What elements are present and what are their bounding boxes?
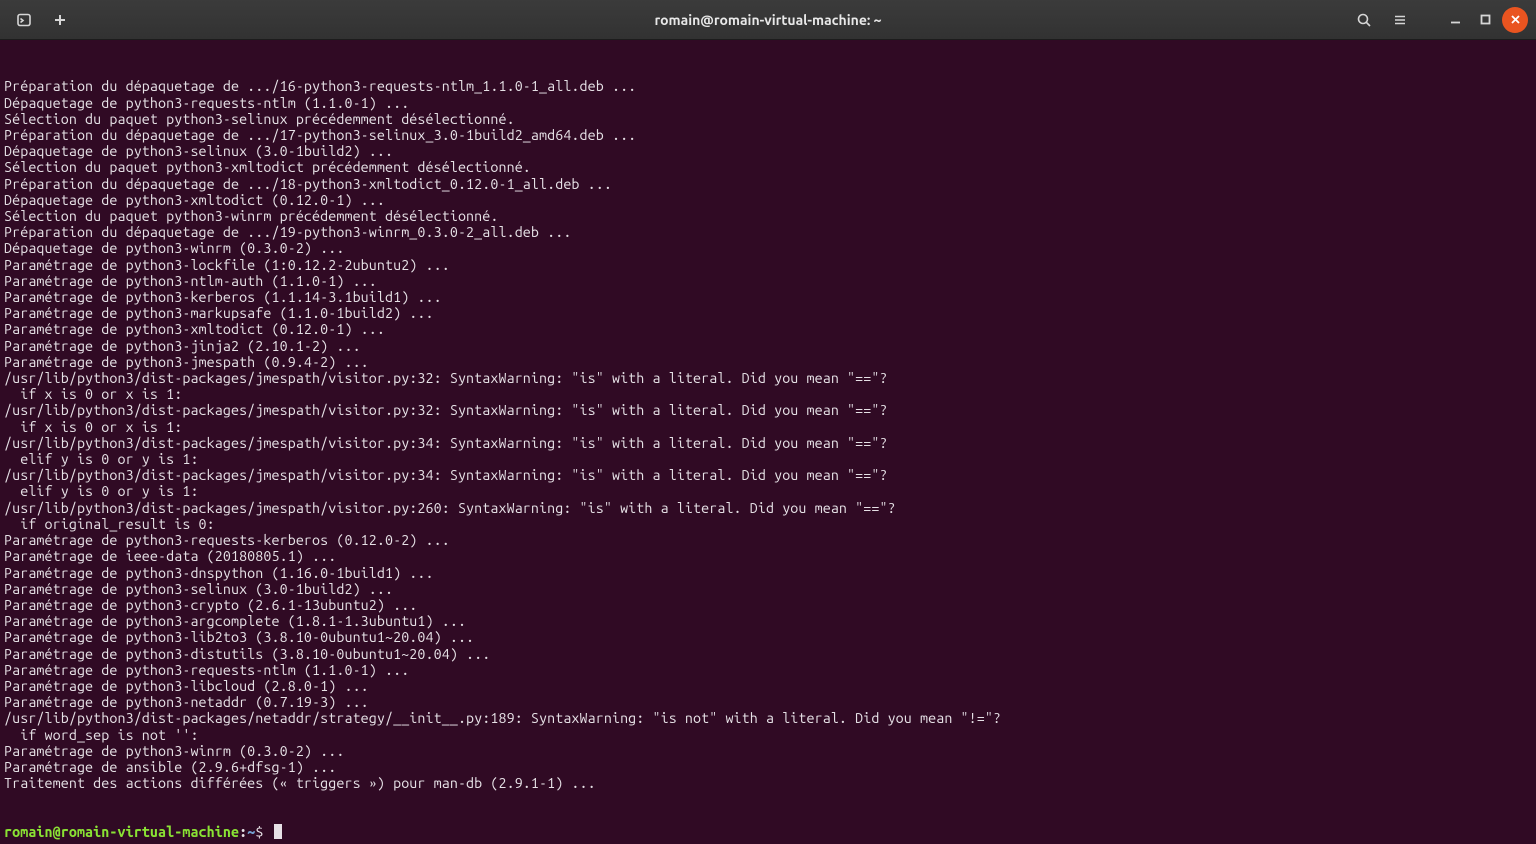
terminal-line: Dépaquetage de python3-requests-ntlm (1.… <box>4 95 1532 111</box>
terminal-line: Paramétrage de python3-markupsafe (1.1.0… <box>4 305 1532 321</box>
terminal-line: Dépaquetage de python3-selinux (3.0-1bui… <box>4 143 1532 159</box>
terminal-line: Paramétrage de python3-crypto (2.6.1-13u… <box>4 597 1532 613</box>
terminal-line: Paramétrage de python3-lockfile (1:0.12.… <box>4 257 1532 273</box>
terminal-line: Paramétrage de python3-distutils (3.8.10… <box>4 646 1532 662</box>
terminal-line: /usr/lib/python3/dist-packages/jmespath/… <box>4 500 1532 516</box>
terminal-line: Paramétrage de python3-jmespath (0.9.4-2… <box>4 354 1532 370</box>
plus-icon <box>52 12 68 28</box>
terminal-line: Paramétrage de python3-jinja2 (2.10.1-2)… <box>4 338 1532 354</box>
add-tab-button[interactable] <box>44 6 76 34</box>
terminal-line: if x is 0 or x is 1: <box>4 386 1532 402</box>
terminal-line: Paramétrage de python3-requests-ntlm (1.… <box>4 662 1532 678</box>
terminal-line: elif y is 0 or y is 1: <box>4 483 1532 499</box>
terminal-line: Préparation du dépaquetage de .../17-pyt… <box>4 127 1532 143</box>
terminal-line: if original_result is 0: <box>4 516 1532 532</box>
terminal-line: Paramétrage de python3-libcloud (2.8.0-1… <box>4 678 1532 694</box>
terminal-viewport[interactable]: Préparation du dépaquetage de .../16-pyt… <box>0 40 1536 844</box>
terminal-line: /usr/lib/python3/dist-packages/jmespath/… <box>4 435 1532 451</box>
terminal-line: /usr/lib/python3/dist-packages/netaddr/s… <box>4 710 1532 726</box>
titlebar-left <box>8 6 76 34</box>
terminal-line: Paramétrage de ieee-data (20180805.1) ..… <box>4 548 1532 564</box>
terminal-output: Préparation du dépaquetage de .../16-pyt… <box>4 78 1532 791</box>
terminal-line: Paramétrage de python3-lib2to3 (3.8.10-0… <box>4 629 1532 645</box>
terminal-line: Paramétrage de python3-netaddr (0.7.19-3… <box>4 694 1532 710</box>
terminal-line: /usr/lib/python3/dist-packages/jmespath/… <box>4 402 1532 418</box>
terminal-line: Paramétrage de python3-selinux (3.0-1bui… <box>4 581 1532 597</box>
terminal-line: Sélection du paquet python3-xmltodict pr… <box>4 159 1532 175</box>
terminal-line: Sélection du paquet python3-selinux préc… <box>4 111 1532 127</box>
search-icon <box>1356 12 1372 28</box>
terminal-line: Sélection du paquet python3-winrm précéd… <box>4 208 1532 224</box>
terminal-line: elif y is 0 or y is 1: <box>4 451 1532 467</box>
terminal-line: Paramétrage de ansible (2.9.6+dfsg-1) ..… <box>4 759 1532 775</box>
terminal-line: /usr/lib/python3/dist-packages/jmespath/… <box>4 467 1532 483</box>
close-icon <box>1510 14 1521 25</box>
minimize-button[interactable] <box>1442 7 1468 33</box>
terminal-line: Paramétrage de python3-xmltodict (0.12.0… <box>4 321 1532 337</box>
terminal-line: Paramétrage de python3-argcomplete (1.8.… <box>4 613 1532 629</box>
titlebar-right <box>1348 6 1528 34</box>
hamburger-icon <box>1392 12 1408 28</box>
terminal-line: Paramétrage de python3-dnspython (1.16.0… <box>4 565 1532 581</box>
hamburger-menu-button[interactable] <box>1384 6 1416 34</box>
terminal-line: Préparation du dépaquetage de .../18-pyt… <box>4 176 1532 192</box>
terminal-line: /usr/lib/python3/dist-packages/jmespath/… <box>4 370 1532 386</box>
new-tab-button[interactable] <box>8 6 40 34</box>
terminal-line: Paramétrage de python3-winrm (0.3.0-2) .… <box>4 743 1532 759</box>
terminal-line: Traitement des actions différées (« trig… <box>4 775 1532 791</box>
terminal-line: Paramétrage de python3-requests-kerberos… <box>4 532 1532 548</box>
terminal-line: Dépaquetage de python3-winrm (0.3.0-2) .… <box>4 240 1532 256</box>
search-button[interactable] <box>1348 6 1380 34</box>
maximize-icon <box>1480 14 1491 25</box>
shell-prompt: romain@romain-virtual-machine:~$ <box>4 824 1532 840</box>
terminal-tab-icon <box>16 12 32 28</box>
titlebar: romain@romain-virtual-machine: ~ <box>0 0 1536 40</box>
terminal-line: Paramétrage de python3-ntlm-auth (1.1.0-… <box>4 273 1532 289</box>
close-button[interactable] <box>1502 7 1528 33</box>
terminal-line: if word_sep is not '': <box>4 727 1532 743</box>
prompt-userhost: romain@romain-virtual-machine <box>4 824 239 840</box>
cursor <box>274 824 282 839</box>
minimize-icon <box>1450 14 1461 25</box>
prompt-symbol: $ <box>255 824 263 840</box>
terminal-line: Préparation du dépaquetage de .../16-pyt… <box>4 78 1532 94</box>
window-title: romain@romain-virtual-machine: ~ <box>0 12 1536 28</box>
terminal-line: Dépaquetage de python3-xmltodict (0.12.0… <box>4 192 1532 208</box>
terminal-line: if x is 0 or x is 1: <box>4 419 1532 435</box>
terminal-line: Paramétrage de python3-kerberos (1.1.14-… <box>4 289 1532 305</box>
terminal-line: Préparation du dépaquetage de .../19-pyt… <box>4 224 1532 240</box>
maximize-button[interactable] <box>1472 7 1498 33</box>
